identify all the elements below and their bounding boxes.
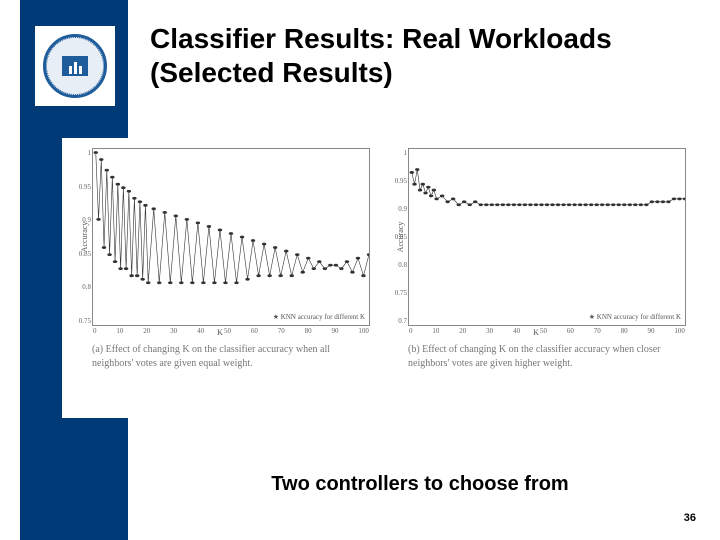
chart-b-cell: Accuracy 10.950.90.850.80.750.7 01020304… [378, 138, 694, 418]
chart-a-plot-area: Accuracy 10.950.90.850.80.75 01020304050… [92, 148, 370, 326]
bottom-caption: Two controllers to choose from [150, 473, 690, 496]
chart-b-yticks: 10.950.90.850.80.750.7 [385, 149, 407, 325]
slide-title: Classifier Results: Real Workloads (Sele… [150, 22, 700, 89]
chart-a-caption-label: (a) [92, 344, 103, 355]
chart-a-cell: Accuracy 10.950.90.850.80.75 01020304050… [62, 138, 378, 418]
page-number: 36 [684, 512, 696, 524]
chart-b-svg [409, 149, 685, 325]
chart-a-svg [93, 149, 369, 325]
chart-a-yticks: 10.950.90.850.80.75 [69, 149, 91, 325]
slide: Classifier Results: Real Workloads (Sele… [0, 0, 720, 540]
chart-b-xticks: 0102030405060708090100 [409, 327, 685, 337]
chart-b-caption-text: Effect of changing K on the classifier a… [408, 344, 661, 369]
chart-b-caption-label: (b) [408, 344, 420, 355]
chart-a-caption-text: Effect of changing K on the classifier a… [92, 344, 330, 369]
chart-a-caption: (a) Effect of changing K on the classifi… [62, 337, 378, 370]
university-logo [35, 26, 115, 106]
charts-container: Accuracy 10.950.90.850.80.75 01020304050… [62, 138, 694, 418]
chart-b-caption: (b) Effect of changing K on the classifi… [378, 337, 694, 370]
chart-b-plot-area: Accuracy 10.950.90.850.80.750.7 01020304… [408, 148, 686, 326]
logo-circle [43, 34, 107, 98]
logo-building-icon [62, 56, 88, 76]
chart-a-xticks: 0102030405060708090100 [93, 327, 369, 337]
